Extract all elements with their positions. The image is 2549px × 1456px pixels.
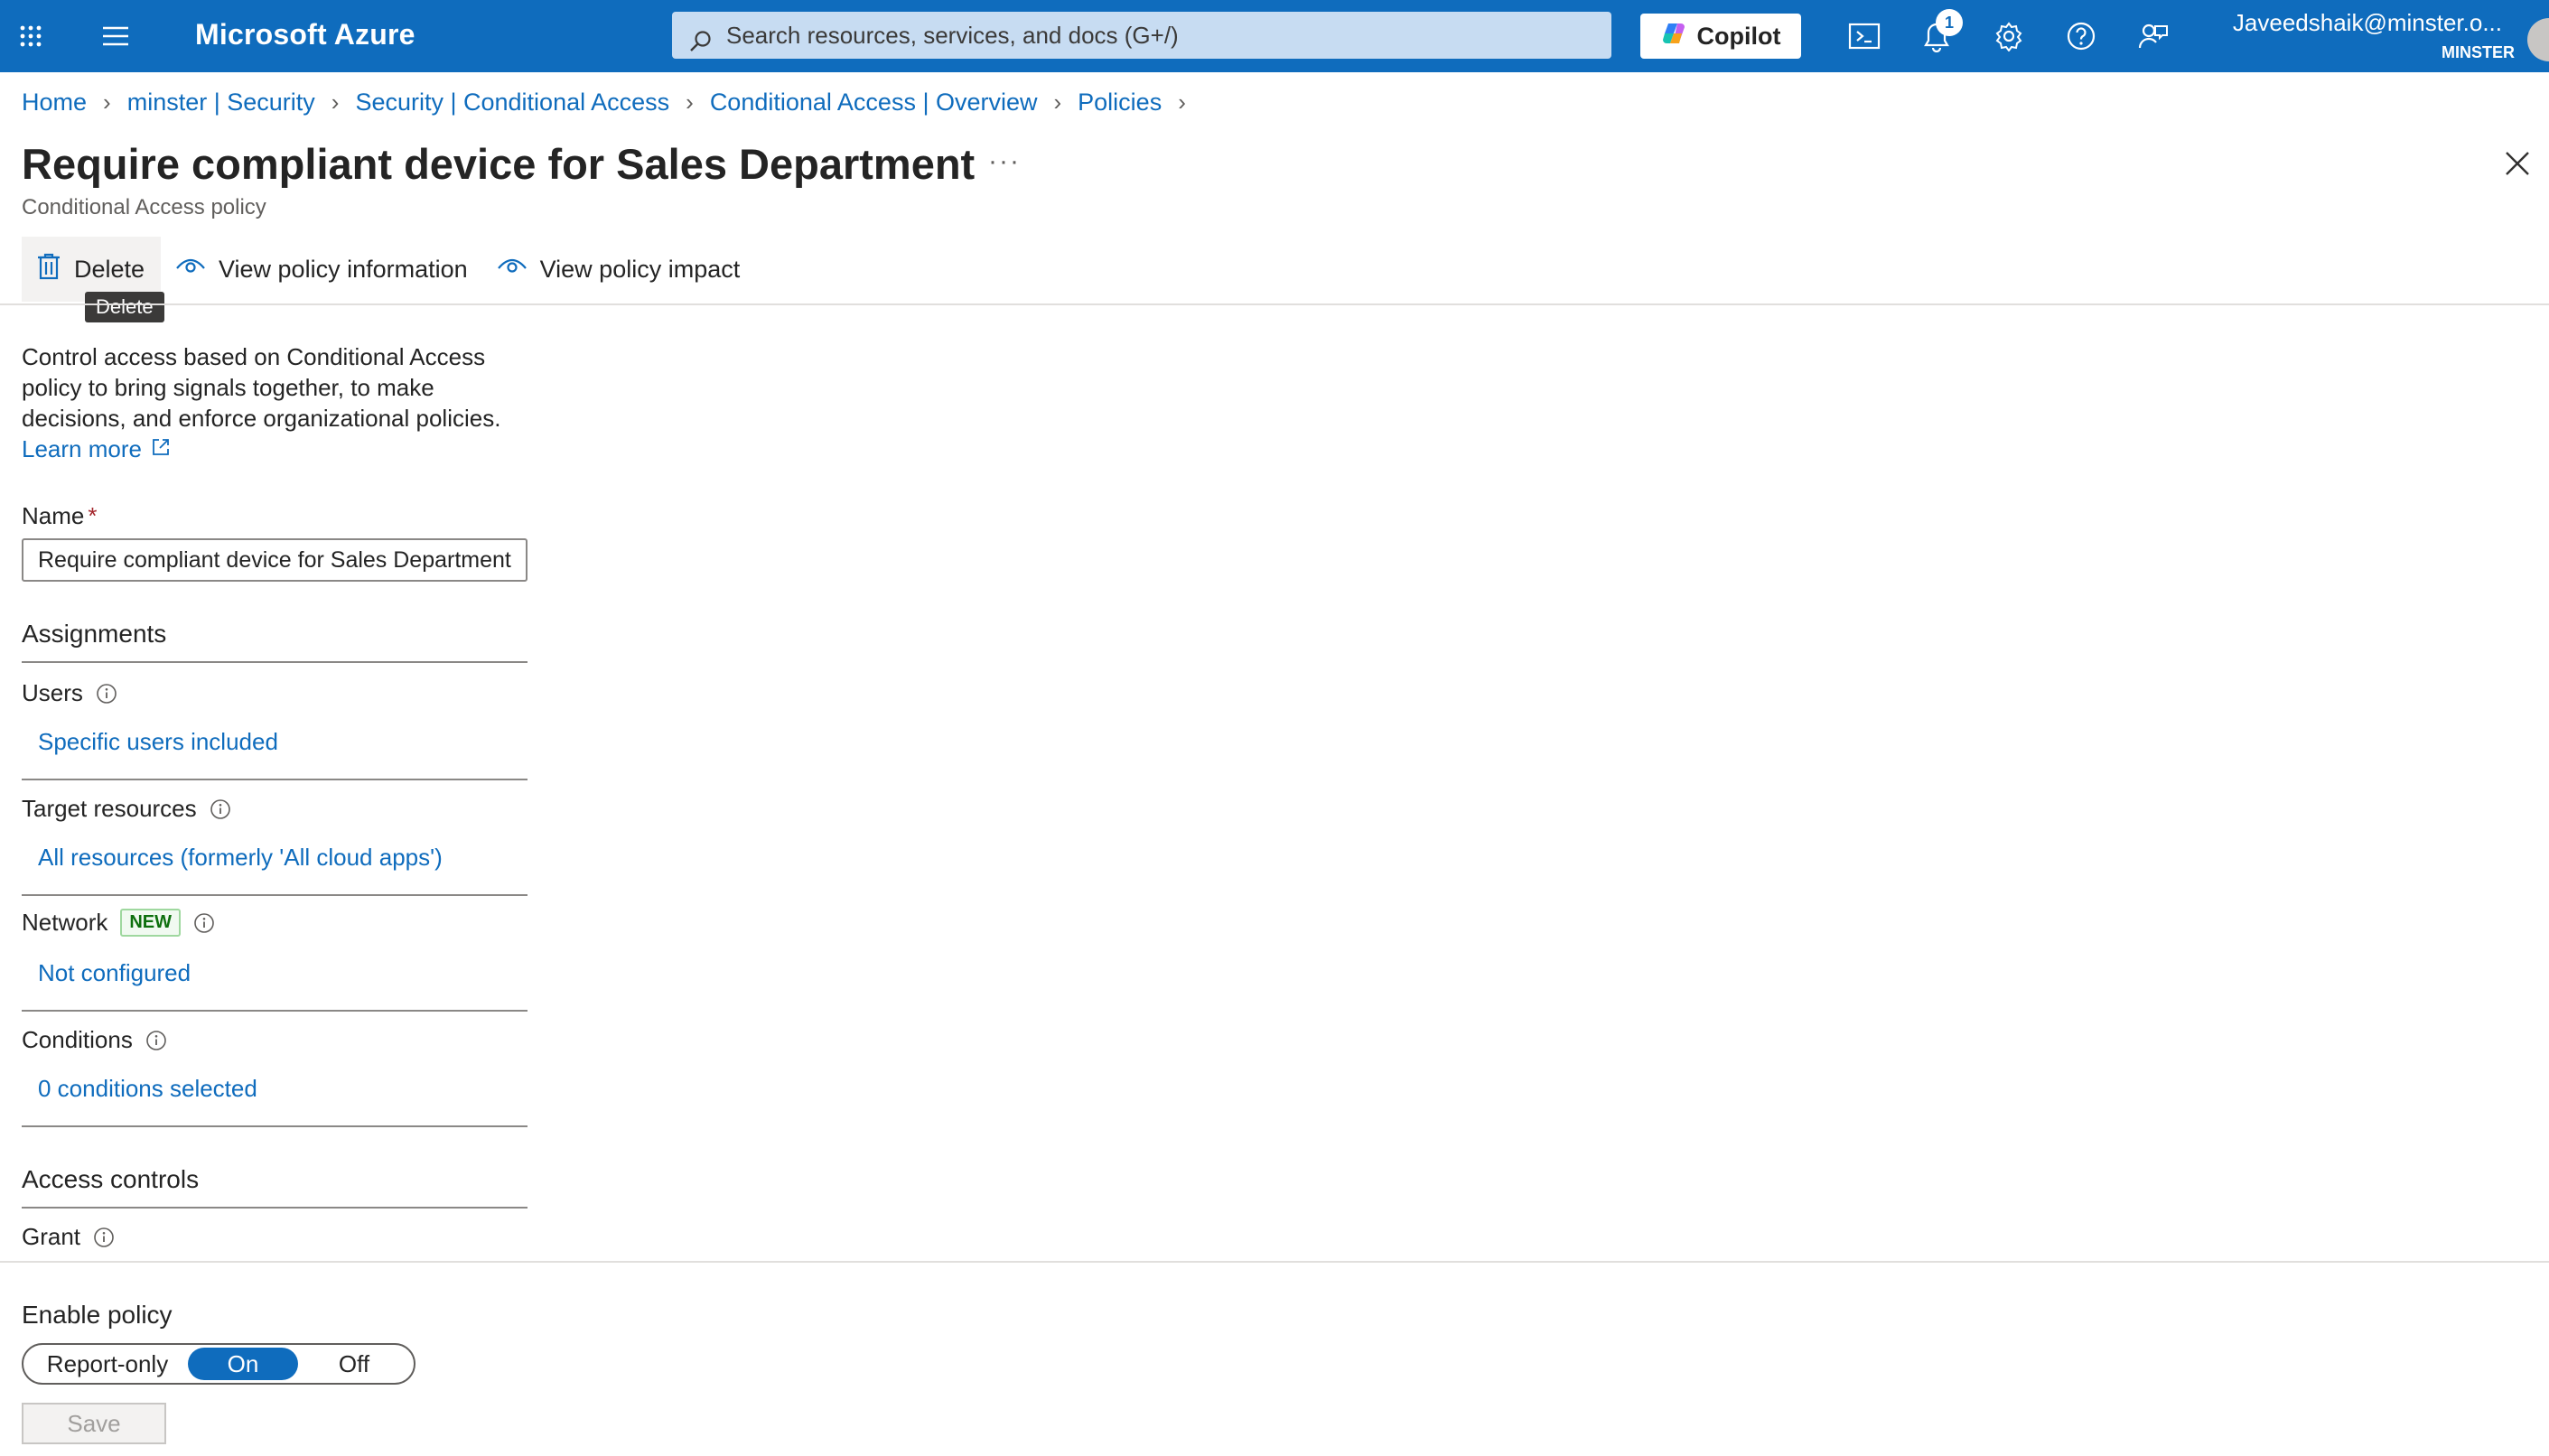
conditions-selection-link[interactable]: 0 conditions selected (38, 1075, 257, 1103)
access-controls-heading: Access controls (22, 1165, 200, 1193)
account-name[interactable]: Javeedshaik@minster.o... (2233, 9, 2502, 37)
copilot-icon (1661, 20, 1688, 53)
global-search-input[interactable]: Search resources, services, and docs (G+… (672, 12, 1611, 59)
breadcrumb-minster-security[interactable]: minster | Security (127, 89, 315, 117)
more-options-button[interactable]: ··· (988, 146, 1021, 177)
hamburger-menu-icon[interactable] (98, 20, 134, 52)
enable-policy-off-option[interactable]: Off (298, 1348, 410, 1380)
breadcrumb-conditional-access-overview[interactable]: Conditional Access | Overview (710, 89, 1038, 117)
feedback-icon[interactable] (2134, 18, 2173, 54)
delete-tooltip: Delete (85, 292, 164, 322)
toolbar-divider (0, 303, 2549, 305)
section-divider (22, 661, 528, 663)
settings-gear-icon[interactable] (1989, 18, 2029, 54)
search-icon (688, 23, 714, 70)
breadcrumb: Home › minster | Security › Security | C… (22, 89, 1202, 117)
notification-count-badge: 1 (1936, 9, 1963, 36)
users-selection-link[interactable]: Specific users included (38, 728, 278, 756)
users-label: Users (22, 679, 117, 707)
footer-divider (0, 1261, 2549, 1263)
grant-label-text: Grant (22, 1223, 81, 1250)
target-resources-selection-link[interactable]: All resources (formerly 'All cloud apps'… (38, 844, 443, 872)
info-icon[interactable] (210, 798, 231, 820)
view-policy-impact-label: View policy impact (539, 255, 741, 283)
policy-description: Control access based on Conditional Acce… (22, 343, 501, 432)
section-divider (22, 1207, 528, 1209)
app-launcher-icon[interactable] (14, 20, 47, 52)
chevron-right-icon: › (686, 89, 694, 116)
brand-title[interactable]: Microsoft Azure (195, 18, 415, 51)
breadcrumb-policies[interactable]: Policies (1078, 89, 1162, 117)
users-label-text: Users (22, 679, 83, 706)
learn-more-label: Learn more (22, 435, 142, 462)
info-icon[interactable] (193, 912, 215, 934)
network-label-text: Network (22, 909, 108, 936)
conditions-label-text: Conditions (22, 1026, 133, 1053)
policy-name-input[interactable]: Require compliant device for Sales Depar… (22, 538, 528, 582)
assignments-heading: Assignments (22, 620, 167, 648)
network-label: Network NEW (22, 909, 215, 937)
name-label-text: Name (22, 502, 85, 529)
network-selection-link[interactable]: Not configured (38, 959, 191, 987)
chevron-right-icon: › (1053, 89, 1062, 116)
chevron-right-icon: › (1178, 89, 1186, 116)
top-bar: Microsoft Azure Search resources, servic… (0, 0, 2549, 72)
learn-more-link[interactable]: Learn more (22, 435, 171, 463)
enable-policy-report-only-option[interactable]: Report-only (27, 1348, 188, 1380)
external-link-icon (151, 435, 171, 463)
chevron-right-icon: › (331, 89, 340, 116)
account-organization: MINSTER (2442, 43, 2515, 61)
section-divider (22, 894, 528, 896)
breadcrumb-home[interactable]: Home (22, 89, 87, 117)
page-subtitle: Conditional Access policy (22, 195, 266, 219)
breadcrumb-security-conditional-access[interactable]: Security | Conditional Access (355, 89, 669, 117)
section-divider (22, 1010, 528, 1012)
new-badge: NEW (120, 909, 182, 937)
delete-label: Delete (74, 255, 145, 283)
view-policy-information-button[interactable]: View policy information (161, 237, 482, 302)
enable-policy-on-option[interactable]: On (188, 1348, 298, 1380)
name-field-label: Name * (22, 502, 97, 530)
eye-icon (497, 256, 528, 284)
enable-policy-toggle: Report-only On Off (22, 1343, 415, 1385)
target-resources-label: Target resources (22, 795, 231, 823)
required-marker: * (88, 502, 98, 529)
close-icon[interactable] (2504, 150, 2531, 182)
section-divider (22, 1125, 528, 1127)
trash-icon (36, 252, 61, 287)
target-resources-label-text: Target resources (22, 795, 197, 822)
save-button[interactable]: Save (22, 1403, 166, 1444)
view-policy-impact-button[interactable]: View policy impact (482, 237, 755, 302)
eye-icon (175, 256, 206, 284)
conditions-label: Conditions (22, 1026, 167, 1054)
search-placeholder: Search resources, services, and docs (G+… (726, 22, 1179, 49)
info-icon[interactable] (145, 1030, 167, 1051)
help-icon[interactable] (2061, 18, 2101, 54)
avatar[interactable] (2527, 18, 2549, 61)
info-icon[interactable] (93, 1227, 115, 1248)
copilot-label: Copilot (1696, 22, 1781, 50)
chevron-right-icon: › (103, 89, 111, 116)
grant-label: Grant (22, 1223, 115, 1251)
enable-policy-label: Enable policy (22, 1301, 173, 1329)
cloud-shell-icon[interactable] (1844, 18, 1884, 54)
page-title: Require compliant device for Sales Depar… (22, 140, 976, 188)
copilot-button[interactable]: Copilot (1640, 14, 1801, 59)
section-divider (22, 779, 528, 780)
view-policy-information-label: View policy information (219, 255, 468, 283)
info-icon[interactable] (96, 683, 117, 705)
